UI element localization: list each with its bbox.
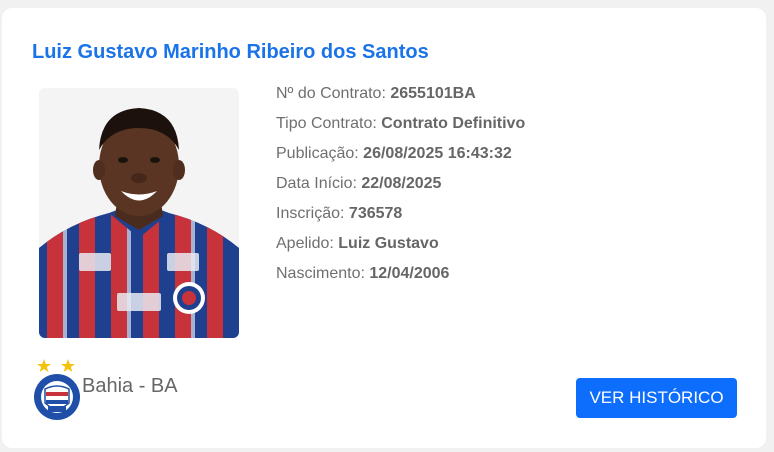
detail-contract-type: Tipo Contrato: Contrato Definitivo	[276, 113, 525, 143]
detail-registration: Inscrição: 736578	[276, 203, 525, 233]
detail-label: Nascimento:	[276, 265, 370, 282]
detail-label: Nº do Contrato:	[276, 85, 391, 102]
detail-value: Luiz Gustavo	[338, 235, 439, 252]
view-history-button[interactable]: VER HISTÓRICO	[576, 378, 737, 418]
detail-label: Data Início:	[276, 175, 362, 192]
detail-nickname: Apelido: Luiz Gustavo	[276, 233, 525, 263]
contract-details: Nº do Contrato: 2655101BA Tipo Contrato:…	[276, 83, 525, 293]
detail-value: 736578	[348, 205, 403, 222]
detail-label: Tipo Contrato:	[276, 115, 382, 132]
detail-label: Inscrição:	[276, 205, 349, 222]
player-photo	[39, 88, 239, 338]
detail-label: Publicação:	[276, 145, 364, 162]
detail-contract-number: Nº do Contrato: 2655101BA	[276, 83, 525, 113]
detail-value: 22/08/2025	[361, 175, 442, 192]
club-name: Bahia - BA	[82, 375, 178, 397]
detail-value: Contrato Definitivo	[381, 115, 526, 132]
detail-value: 26/08/2025 16:43:32	[363, 145, 512, 162]
player-card: Luiz Gustavo Marinho Ribeiro dos Santos	[2, 8, 766, 448]
detail-birth: Nascimento: 12/04/2006	[276, 263, 525, 293]
bahia-crest-icon	[30, 356, 84, 422]
detail-label: Apelido:	[276, 235, 339, 252]
player-name: Luiz Gustavo Marinho Ribeiro dos Santos	[32, 41, 429, 63]
detail-value: 12/04/2006	[369, 265, 450, 282]
detail-value: 2655101BA	[390, 85, 476, 102]
detail-publication: Publicação: 26/08/2025 16:43:32	[276, 143, 525, 173]
detail-start-date: Data Início: 22/08/2025	[276, 173, 525, 203]
